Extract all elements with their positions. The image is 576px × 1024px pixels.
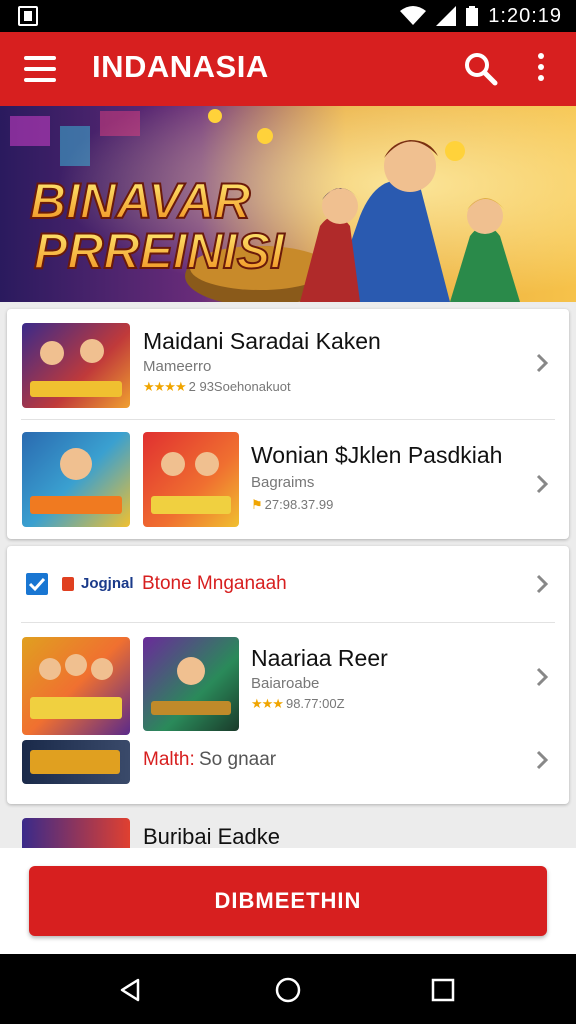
list-item[interactable]: Wonian $Jklen Pasdkiah Bagraims ⚑ 27:98.3… bbox=[7, 420, 569, 539]
item-meta-text: 98.77:00Z bbox=[285, 696, 345, 711]
list-item-partial[interactable]: Buribai Eadke bbox=[7, 812, 569, 852]
section-tag: Jogjnal bbox=[81, 575, 134, 592]
recents-icon[interactable] bbox=[431, 978, 455, 1002]
game-thumbnail bbox=[22, 637, 130, 735]
game-thumbnail bbox=[22, 818, 130, 852]
app-title: INDANASIA bbox=[92, 49, 269, 84]
checkbox-icon[interactable] bbox=[25, 572, 49, 596]
item-title: Naariaa Reer bbox=[251, 645, 388, 671]
chevron-right-icon bbox=[536, 574, 549, 594]
item-accent: Malth: bbox=[143, 749, 195, 770]
item-meta: ★★★ 98.77:00Z bbox=[251, 696, 345, 712]
tag-icon bbox=[62, 577, 74, 591]
more-icon[interactable] bbox=[534, 53, 548, 85]
game-list-card-1: Maidani Saradai Kaken Mameerro ★★★★ 2 93S… bbox=[7, 309, 569, 539]
game-thumbnail bbox=[22, 323, 130, 408]
status-bar: 1:20:19 bbox=[0, 0, 576, 32]
item-title: Wonian $Jklen Pasdkiah bbox=[251, 442, 503, 468]
item-meta: ★★★★ 2 93Soehonakuot bbox=[143, 379, 291, 395]
back-icon[interactable] bbox=[118, 978, 142, 1002]
item-meta: ⚑ 27:98.37.99 bbox=[251, 497, 334, 512]
game-thumbnail bbox=[22, 740, 130, 784]
promo-banner[interactable]: BINAVAR PRREINISI bbox=[0, 106, 576, 302]
rating-stars: ★★★★ bbox=[143, 379, 187, 394]
signal-icon bbox=[436, 6, 457, 26]
banner-title-line1: BINAVAR bbox=[30, 173, 250, 229]
item-subtitle: Bagraims bbox=[251, 474, 315, 491]
item-title: Buribai Eadke bbox=[143, 824, 280, 849]
battery-icon bbox=[466, 6, 479, 26]
section-link[interactable]: Btone Mnganaah bbox=[142, 573, 287, 595]
app-bar: INDANASIA bbox=[0, 32, 576, 106]
item-meta-text: 27:98.37.99 bbox=[264, 497, 334, 512]
item-subtitle: Baiaroabe bbox=[251, 675, 320, 692]
item-title: Maidani Saradai Kaken bbox=[143, 328, 381, 354]
item-subtitle: Mameerro bbox=[143, 358, 212, 375]
game-thumbnail bbox=[143, 432, 239, 527]
list-item[interactable]: Maidani Saradai Kaken Mameerro ★★★★ 2 93S… bbox=[7, 309, 569, 419]
wifi-icon bbox=[400, 6, 427, 25]
section-header[interactable]: Jogjnal Btone Mnganaah bbox=[7, 546, 569, 622]
item-meta-text: 2 93Soehonakuot bbox=[188, 379, 291, 394]
notification-icon bbox=[18, 6, 38, 26]
home-icon[interactable] bbox=[275, 977, 301, 1003]
banner-title-line2: PRREINISI bbox=[34, 223, 285, 279]
menu-icon[interactable] bbox=[24, 56, 56, 82]
list-item[interactable]: Malth: So gnaar bbox=[7, 735, 569, 795]
game-thumbnail bbox=[22, 432, 130, 527]
banner-art: BINAVAR PRREINISI bbox=[0, 106, 576, 302]
chevron-right-icon bbox=[536, 667, 549, 687]
item-label: So gnaar bbox=[199, 749, 277, 770]
rating-stars: ★★★ bbox=[251, 696, 284, 711]
primary-cta-button[interactable]: DIBMEETHIN bbox=[29, 866, 547, 936]
game-thumbnail bbox=[143, 637, 239, 731]
chevron-right-icon bbox=[536, 750, 549, 770]
list-item[interactable]: Naariaa Reer Baiaroabe ★★★ 98.77:00Z bbox=[7, 623, 569, 735]
chevron-right-icon bbox=[536, 353, 549, 373]
search-icon[interactable] bbox=[464, 52, 498, 86]
system-nav-bar bbox=[0, 954, 576, 1024]
status-time: 1:20:19 bbox=[488, 4, 562, 27]
chevron-right-icon bbox=[536, 474, 549, 494]
game-list-card-2: Jogjnal Btone Mnganaah Naariaa Reer Baia… bbox=[7, 546, 569, 804]
